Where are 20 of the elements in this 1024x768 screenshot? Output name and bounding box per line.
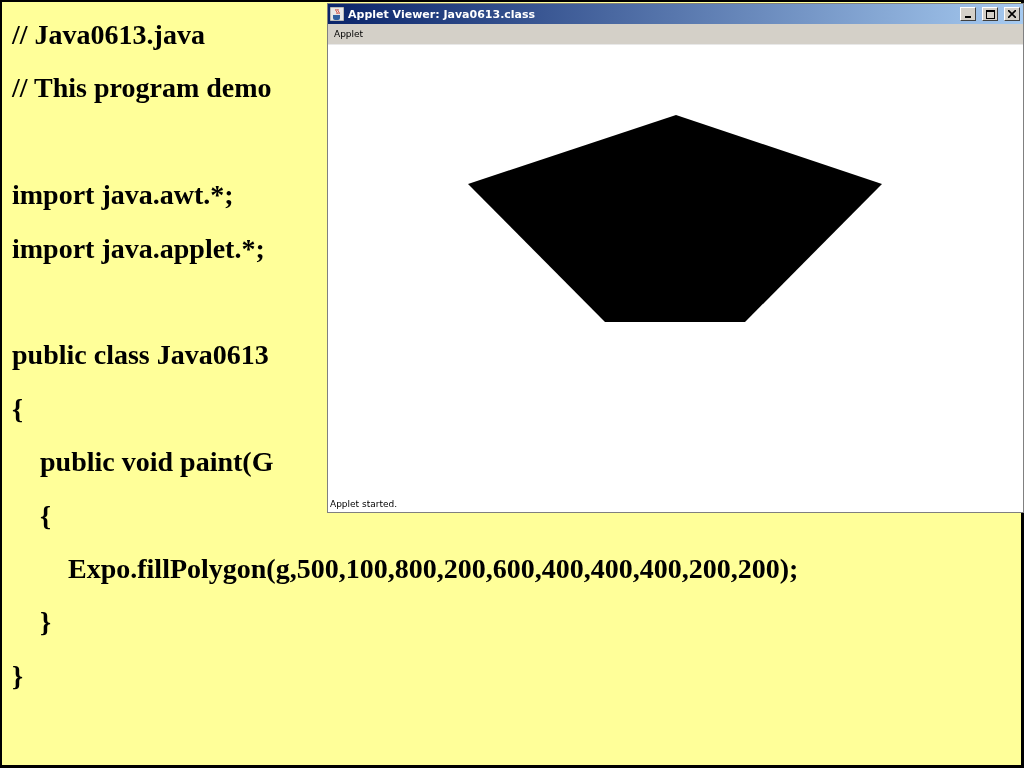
code-line: { [12,391,24,426]
code-line: } [12,658,24,693]
code-line: Expo.fillPolygon(g,500,100,800,200,600,400,400,400,200,200); [67,551,799,586]
window-title: Applet Viewer: Java0613.class [348,7,537,21]
code-line: import java.awt.*; [12,178,234,213]
maximize-button[interactable] [982,7,998,21]
code-line: public class Java0613 [12,338,269,373]
code-line: public void paint(G [39,445,274,480]
minimize-button[interactable] [960,7,976,21]
maximize-icon [985,9,995,19]
code-line: // Java0613.java [12,18,205,52]
menu-item[interactable]: Applet [334,29,364,39]
code-line: // This program demo [12,71,272,106]
java-cup-icon [330,7,344,21]
code-line: import java.applet.*; [12,231,265,266]
code-line: } [39,605,52,640]
code-line: { [39,498,52,533]
status-text: Applet started. [329,499,398,511]
close-icon [1008,10,1016,18]
close-button[interactable] [1004,7,1020,21]
